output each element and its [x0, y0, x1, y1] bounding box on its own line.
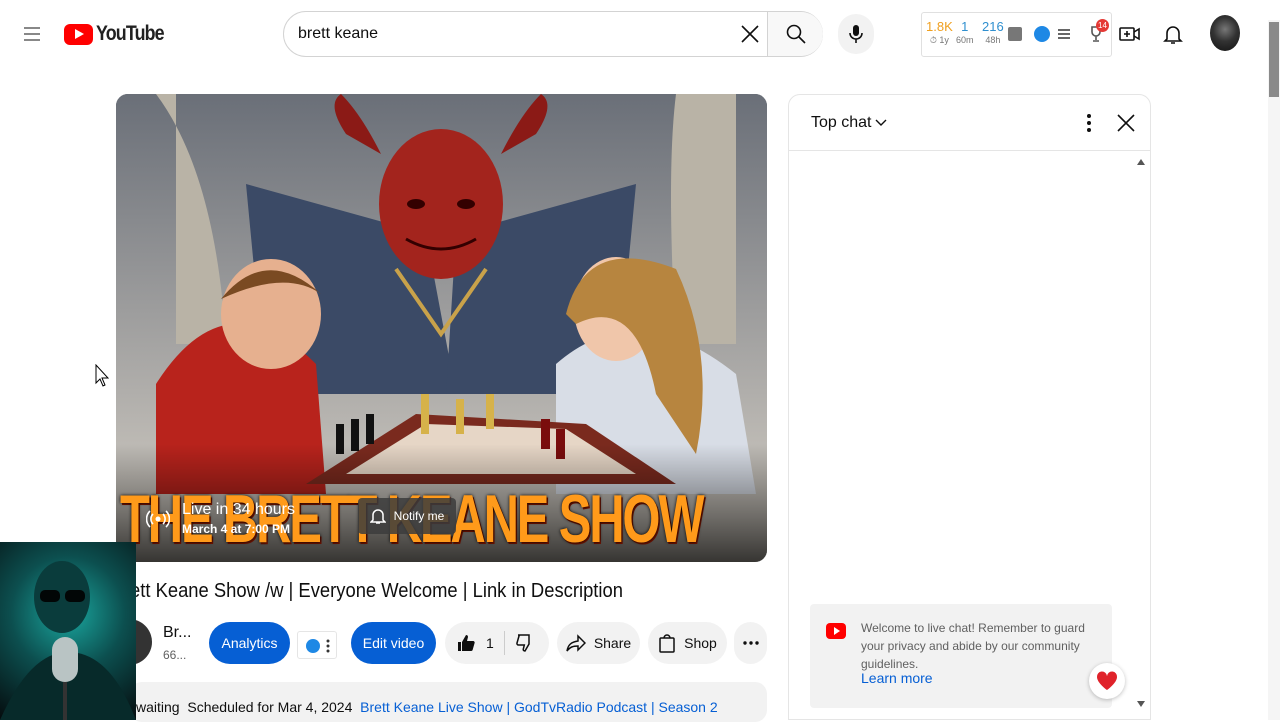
- edit-video-button[interactable]: Edit video: [351, 622, 436, 664]
- page-scrollbar[interactable]: [1268, 20, 1280, 720]
- reaction-heart-button[interactable]: [1089, 663, 1125, 699]
- vidiq-icon[interactable]: [1034, 26, 1050, 42]
- share-button[interactable]: Share: [557, 622, 640, 664]
- live-caption: 60m: [956, 35, 974, 45]
- analytics-button[interactable]: Analytics: [209, 622, 290, 664]
- list-icon[interactable]: [1058, 28, 1070, 40]
- video-title: ett Keane Show /w | Everyone Welcome | L…: [130, 580, 623, 602]
- live-stat[interactable]: 1 60m: [956, 19, 974, 45]
- description-prefix: waiting: [136, 699, 180, 715]
- scheduled-date: Scheduled for Mar 4, 2024: [187, 699, 353, 715]
- like-icon[interactable]: [456, 633, 476, 653]
- welcome-text: Welcome to live chat! Remember to guard …: [861, 621, 1085, 671]
- masthead: YouTube 1.8K ⏱ 1y 1 60m 216 48h 14: [0, 0, 1280, 68]
- recent-value: 216: [982, 19, 1004, 34]
- search-icon: [786, 24, 806, 44]
- recent-stat[interactable]: 216 48h: [982, 19, 1004, 45]
- notify-me-button[interactable]: Notify me: [358, 498, 456, 534]
- mouse-cursor-icon: [95, 364, 109, 387]
- webcam-image: [0, 561, 136, 720]
- scroll-down-arrow-icon[interactable]: [1137, 701, 1145, 707]
- more-horizontal-icon: [742, 641, 759, 645]
- bar-chart-icon[interactable]: [1008, 27, 1022, 41]
- views-stat[interactable]: 1.8K ⏱ 1y: [926, 19, 953, 46]
- scrollbar-thumb[interactable]: [1269, 22, 1279, 97]
- search-input[interactable]: [298, 25, 728, 43]
- live-status: Live in 34 hours March 4 at 7:00 PM: [146, 501, 295, 536]
- like-count: 1: [486, 635, 494, 651]
- recent-caption: 48h: [985, 35, 1001, 45]
- close-icon[interactable]: [1115, 112, 1137, 134]
- youtube-icon: [826, 623, 846, 639]
- account-avatar[interactable]: [1210, 15, 1240, 51]
- scroll-up-arrow-icon[interactable]: [1137, 159, 1145, 165]
- create-video-icon[interactable]: [1118, 22, 1142, 46]
- notifications-bell-icon[interactable]: [1161, 22, 1185, 46]
- vidiq-icon: [306, 639, 320, 653]
- more-actions-button[interactable]: [734, 622, 767, 664]
- microphone-icon: [849, 25, 863, 43]
- scheduled-time: March 4 at 7:00 PM: [182, 522, 291, 536]
- notify-me-label: Notify me: [393, 509, 445, 523]
- description-box[interactable]: waiting Scheduled for Mar 4, 2024 Brett …: [130, 682, 767, 722]
- shop-button[interactable]: Shop: [648, 622, 727, 664]
- share-icon: [566, 634, 586, 652]
- live-value: 1: [961, 19, 969, 34]
- notification-badge: 14: [1096, 19, 1109, 32]
- subscriber-count: 66...: [163, 648, 187, 662]
- bell-icon: [369, 509, 386, 524]
- views-caption: ⏱ 1y: [929, 35, 949, 45]
- learn-more-link[interactable]: Learn more: [861, 670, 933, 686]
- chevron-down-icon: [875, 119, 887, 126]
- views-value: 1.8K: [926, 19, 953, 34]
- search-box: [283, 11, 823, 57]
- dislike-icon[interactable]: [515, 633, 535, 653]
- playlist-link[interactable]: Brett Keane Live Show | GodTvRadio Podca…: [360, 699, 717, 715]
- live-broadcast-icon: [146, 509, 170, 528]
- top-chat-label: Top chat: [811, 114, 872, 131]
- heart-icon: [1096, 671, 1118, 690]
- shopping-bag-icon: [659, 634, 675, 653]
- youtube-play-icon: [64, 23, 93, 45]
- webcam-overlay: [0, 542, 136, 720]
- search-button[interactable]: [768, 12, 823, 56]
- voice-search-button[interactable]: [838, 14, 874, 54]
- video-player[interactable]: THE BRETT KEANE SHOW Live in 34 hours Ma…: [116, 94, 767, 562]
- vidiq-widget[interactable]: [297, 631, 337, 659]
- live-countdown: Live in 34 hours: [182, 501, 295, 518]
- live-chat-panel: Top chat Welcome to live chat! Remember …: [788, 94, 1151, 720]
- more-vertical-icon: [326, 639, 330, 653]
- extension-toolbar: 1.8K ⏱ 1y 1 60m 216 48h 14: [921, 12, 1112, 57]
- clear-search-icon[interactable]: [739, 23, 761, 45]
- menu-icon[interactable]: [20, 22, 44, 46]
- chat-header: Top chat: [789, 95, 1150, 151]
- share-label: Share: [593, 635, 632, 651]
- top-chat-dropdown[interactable]: Top chat: [811, 114, 887, 132]
- welcome-message: Welcome to live chat! Remember to guard …: [810, 604, 1112, 708]
- shop-label: Shop: [684, 635, 717, 651]
- like-divider: [503, 631, 505, 655]
- logo-text: YouTube: [96, 22, 165, 45]
- more-vertical-icon[interactable]: [1079, 111, 1099, 135]
- like-dislike-group: 1: [445, 622, 549, 664]
- channel-name[interactable]: Br...: [163, 624, 191, 642]
- youtube-logo[interactable]: YouTube: [64, 21, 176, 47]
